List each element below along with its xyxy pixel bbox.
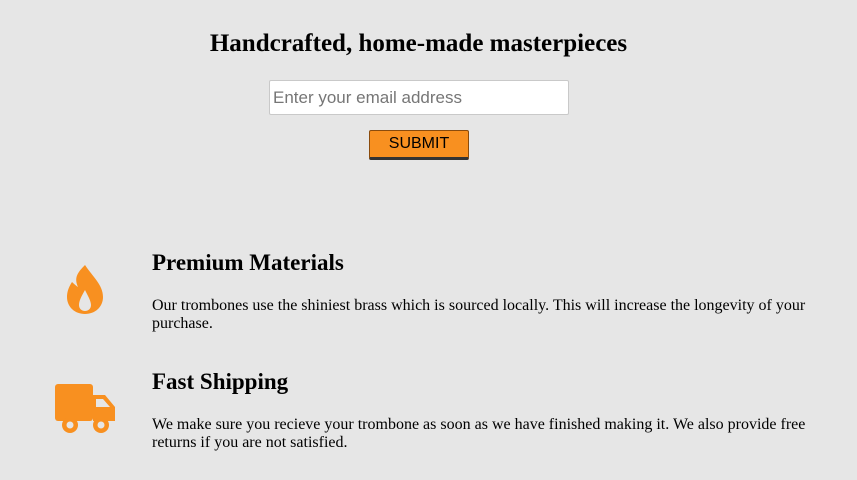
email-input[interactable] [269, 80, 569, 115]
hero-title: Handcrafted, home-made masterpieces [209, 30, 628, 57]
submit-button[interactable]: SUBMIT [369, 130, 469, 160]
landing-page: Handcrafted, home-made masterpieces SUBM… [0, 0, 857, 480]
feature-description: We make sure you recieve your trombone a… [152, 416, 806, 451]
flame-icon [67, 265, 103, 314]
truck-icon [55, 384, 115, 433]
feature-title: Premium Materials [152, 250, 344, 275]
feature-description: Our trombones use the shiniest brass whi… [152, 297, 806, 332]
feature-title: Fast Shipping [152, 369, 289, 394]
